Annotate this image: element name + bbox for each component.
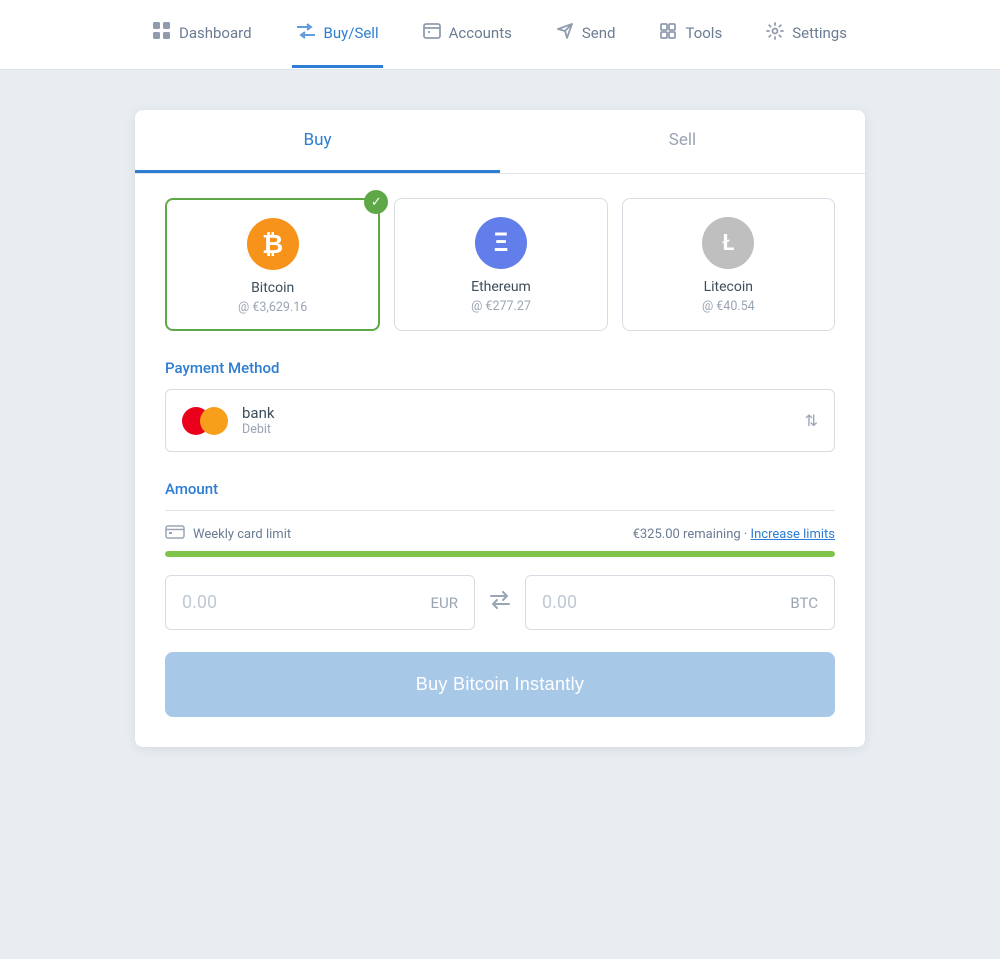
payment-method-selector[interactable]: bank Debit ⇅ bbox=[165, 389, 835, 452]
buysell-icon bbox=[296, 23, 316, 43]
ltc-price: @ €40.54 bbox=[702, 299, 755, 314]
crypto-card-btc[interactable]: ✓ ₿ Bitcoin @ €3,629.16 bbox=[165, 198, 380, 331]
remaining-amount: €325.00 remaining bbox=[633, 527, 741, 542]
chevron-updown-icon: ⇅ bbox=[805, 411, 818, 430]
progress-bar-fill bbox=[165, 551, 835, 557]
btc-amount-field[interactable]: 0.00 BTC bbox=[525, 575, 835, 630]
nav-label-dashboard: Dashboard bbox=[179, 24, 252, 42]
eth-price: @ €277.27 bbox=[471, 299, 531, 314]
payment-type: Debit bbox=[242, 422, 274, 437]
payment-name: bank bbox=[242, 404, 274, 422]
tab-sell[interactable]: Sell bbox=[500, 110, 865, 173]
card-limit-icon bbox=[165, 525, 185, 543]
tab-buy[interactable]: Buy bbox=[135, 110, 500, 173]
page-body: Buy Sell ✓ ₿ Bitcoin @ €3,629.16 Ξ Ether… bbox=[0, 70, 1000, 787]
nav-item-send[interactable]: Send bbox=[552, 0, 620, 69]
limit-right: €325.00 remaining · Increase limits bbox=[633, 527, 835, 542]
amount-inputs: 0.00 EUR 0.00 BTC bbox=[165, 575, 835, 630]
eur-currency: EUR bbox=[431, 594, 459, 612]
payment-details: bank Debit bbox=[242, 404, 274, 437]
swap-icon[interactable] bbox=[489, 591, 511, 614]
accounts-icon bbox=[423, 23, 441, 43]
nav-label-send: Send bbox=[582, 24, 616, 42]
crypto-options: ✓ ₿ Bitcoin @ €3,629.16 Ξ Ethereum @ €27… bbox=[165, 198, 835, 331]
payment-method-label: Payment Method bbox=[165, 359, 835, 377]
limit-left: Weekly card limit bbox=[165, 525, 291, 543]
btc-name: Bitcoin bbox=[251, 280, 294, 296]
btc-currency: BTC bbox=[790, 594, 818, 612]
progress-bar bbox=[165, 551, 835, 557]
eth-name: Ethereum bbox=[471, 279, 531, 295]
main-card: Buy Sell ✓ ₿ Bitcoin @ €3,629.16 Ξ Ether… bbox=[135, 110, 865, 747]
mastercard-icon bbox=[182, 407, 228, 435]
btc-icon: ₿ bbox=[247, 218, 299, 270]
tools-icon bbox=[659, 22, 677, 44]
ltc-icon: Ł bbox=[702, 217, 754, 269]
nav-label-buysell: Buy/Sell bbox=[324, 24, 379, 42]
navigation: Dashboard Buy/Sell Accounts Send bbox=[0, 0, 1000, 70]
limit-row: Weekly card limit €325.00 remaining · In… bbox=[165, 525, 835, 543]
payment-method-info: bank Debit bbox=[182, 404, 274, 437]
separator: · bbox=[744, 527, 751, 542]
eur-amount-field[interactable]: 0.00 EUR bbox=[165, 575, 475, 630]
send-icon bbox=[556, 22, 574, 44]
dashboard-icon bbox=[153, 22, 171, 44]
amount-section-label: Amount bbox=[165, 480, 835, 498]
nav-item-tools[interactable]: Tools bbox=[655, 0, 726, 69]
nav-item-buysell[interactable]: Buy/Sell bbox=[292, 1, 383, 68]
weekly-limit-label: Weekly card limit bbox=[193, 527, 291, 542]
nav-item-accounts[interactable]: Accounts bbox=[419, 1, 516, 68]
eur-value: 0.00 bbox=[182, 592, 217, 613]
tab-content: ✓ ₿ Bitcoin @ €3,629.16 Ξ Ethereum @ €27… bbox=[135, 174, 865, 747]
crypto-card-ltc[interactable]: Ł Litecoin @ €40.54 bbox=[622, 198, 835, 331]
eth-icon: Ξ bbox=[475, 217, 527, 269]
btc-price: @ €3,629.16 bbox=[238, 300, 307, 315]
selected-check-icon: ✓ bbox=[364, 190, 388, 214]
tab-bar: Buy Sell bbox=[135, 110, 865, 174]
nav-label-accounts: Accounts bbox=[449, 24, 512, 42]
ltc-name: Litecoin bbox=[704, 279, 753, 295]
buy-button[interactable]: Buy Bitcoin Instantly bbox=[165, 652, 835, 717]
nav-label-settings: Settings bbox=[792, 24, 847, 42]
nav-label-tools: Tools bbox=[685, 24, 722, 42]
nav-item-dashboard[interactable]: Dashboard bbox=[149, 0, 256, 69]
increase-limits-link[interactable]: Increase limits bbox=[751, 527, 835, 542]
settings-icon bbox=[766, 22, 784, 44]
crypto-card-eth[interactable]: Ξ Ethereum @ €277.27 bbox=[394, 198, 607, 331]
nav-item-settings[interactable]: Settings bbox=[762, 0, 851, 69]
divider bbox=[165, 510, 835, 511]
btc-value: 0.00 bbox=[542, 592, 577, 613]
